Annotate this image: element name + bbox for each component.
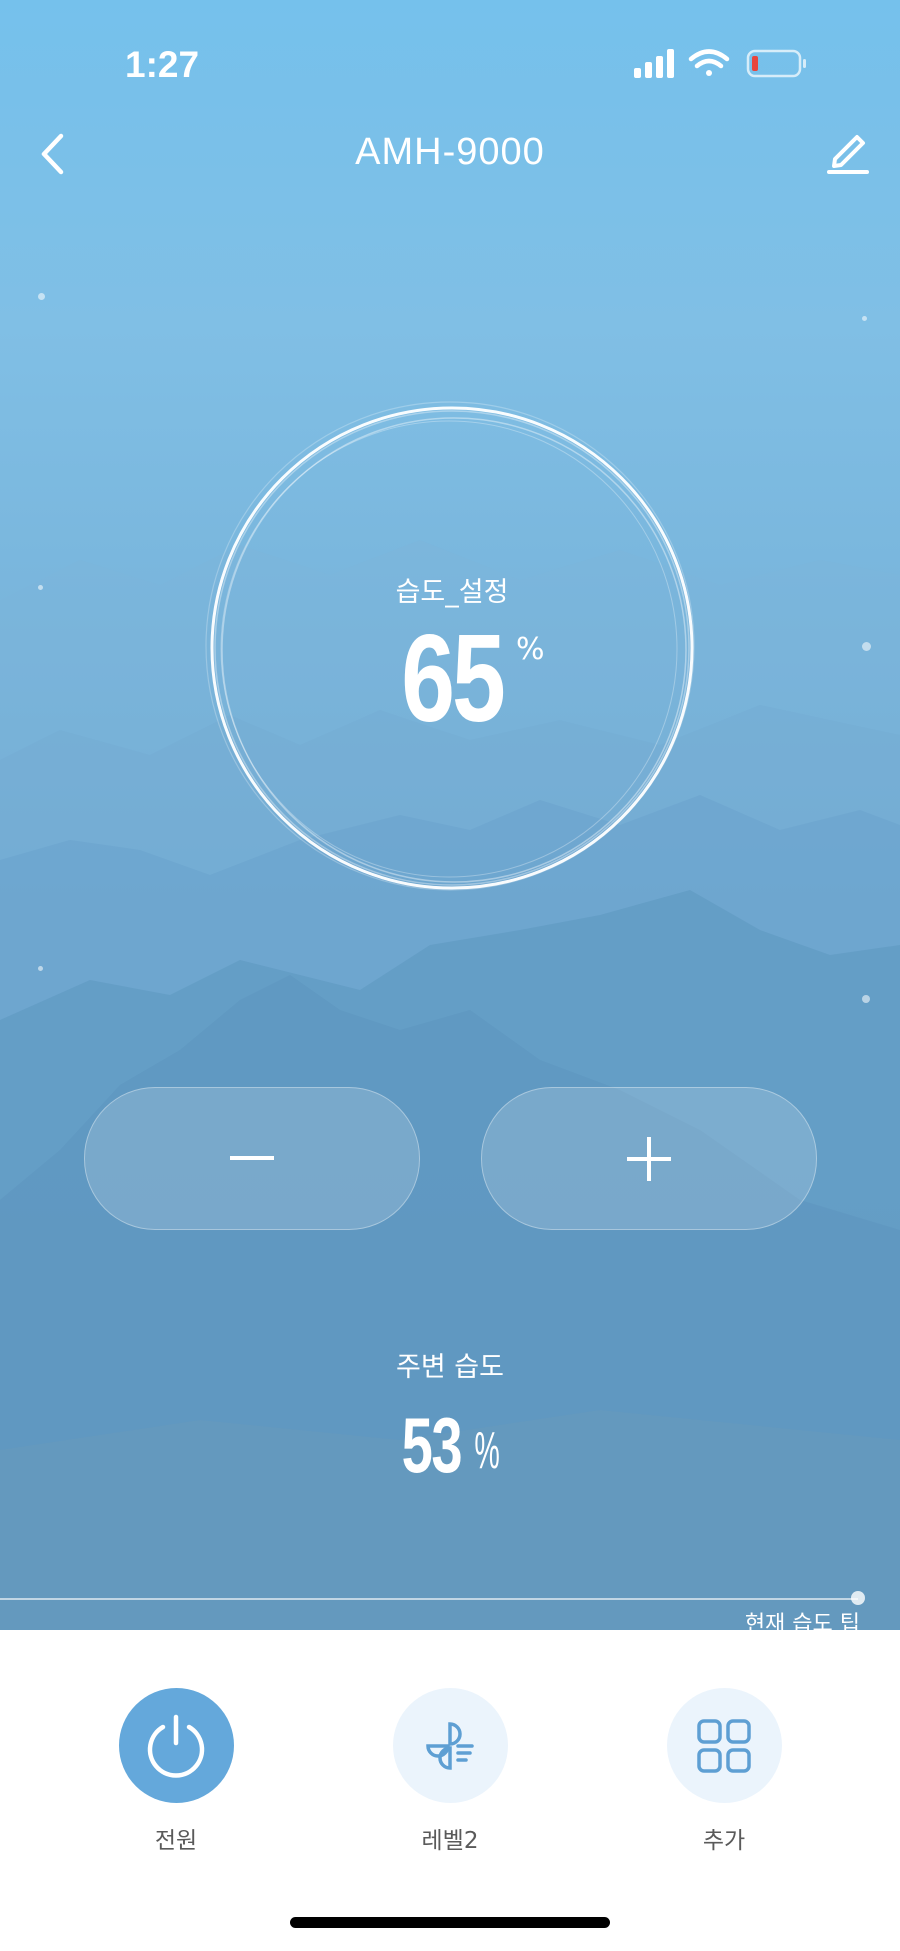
status-time: 1:27 [125, 44, 200, 85]
power-label: 전원 [154, 1828, 198, 1854]
status-icons [634, 48, 824, 84]
bottom-control-bar: 전원 레벨2 추가 [0, 1630, 900, 1951]
ambient-humidity-number: 53 [401, 1401, 463, 1489]
tip-slider-track [0, 1598, 858, 1600]
sparkle-dot [38, 293, 45, 300]
grid-icon [697, 1718, 751, 1773]
humidity-dial[interactable]: 습도_설정 65 % [200, 398, 704, 898]
sparkle-dot [862, 642, 871, 651]
level-control[interactable]: 레벨2 [380, 1688, 520, 1855]
nav-bar: AMH-9000 [0, 125, 900, 185]
background-panel: 1:27 AMH-9000 습도_설정 65 % 주변 습도 53 % 현재 습… [0, 0, 900, 1630]
tip-slider-thumb[interactable] [851, 1591, 865, 1605]
sparkle-dot [862, 995, 870, 1003]
sparkle-dot [862, 316, 867, 321]
edit-button[interactable] [821, 125, 875, 179]
wifi-icon [688, 49, 730, 76]
more-button[interactable] [666, 1688, 782, 1803]
page-title: AMH-9000 [355, 131, 545, 173]
level-button[interactable] [392, 1688, 508, 1803]
power-control[interactable]: 전원 [106, 1688, 246, 1855]
ambient-humidity-value: 53 % [0, 1400, 900, 1491]
pencil-icon [827, 135, 869, 174]
sparkle-dot [38, 585, 43, 590]
more-control[interactable]: 추가 [654, 1688, 794, 1855]
fan-level-icon [426, 1721, 474, 1770]
power-icon [147, 1714, 205, 1778]
battery-icon [746, 49, 806, 78]
home-indicator[interactable] [290, 1917, 610, 1928]
signal-icon [634, 49, 674, 78]
more-label: 추가 [702, 1828, 746, 1854]
set-humidity-unit: % [516, 632, 545, 667]
power-button[interactable] [118, 1688, 234, 1803]
sparkle-dot [38, 966, 43, 971]
set-humidity-label: 습도_설정 [395, 577, 509, 608]
humidity-tip-link[interactable]: 현재 습도 팁 [745, 1606, 860, 1630]
level-label: 레벨2 [421, 1828, 479, 1854]
minus-icon [230, 1155, 274, 1160]
set-humidity-value: 65 % [200, 608, 704, 750]
decrease-button[interactable] [84, 1087, 420, 1230]
set-humidity-number: 65 [401, 610, 505, 748]
increase-button[interactable] [481, 1087, 817, 1230]
ambient-humidity-label: 주변 습도 [396, 1352, 504, 1383]
ambient-humidity-unit: % [474, 1422, 500, 1480]
plus-icon [627, 1136, 671, 1181]
status-bar: 1:27 [0, 44, 900, 85]
